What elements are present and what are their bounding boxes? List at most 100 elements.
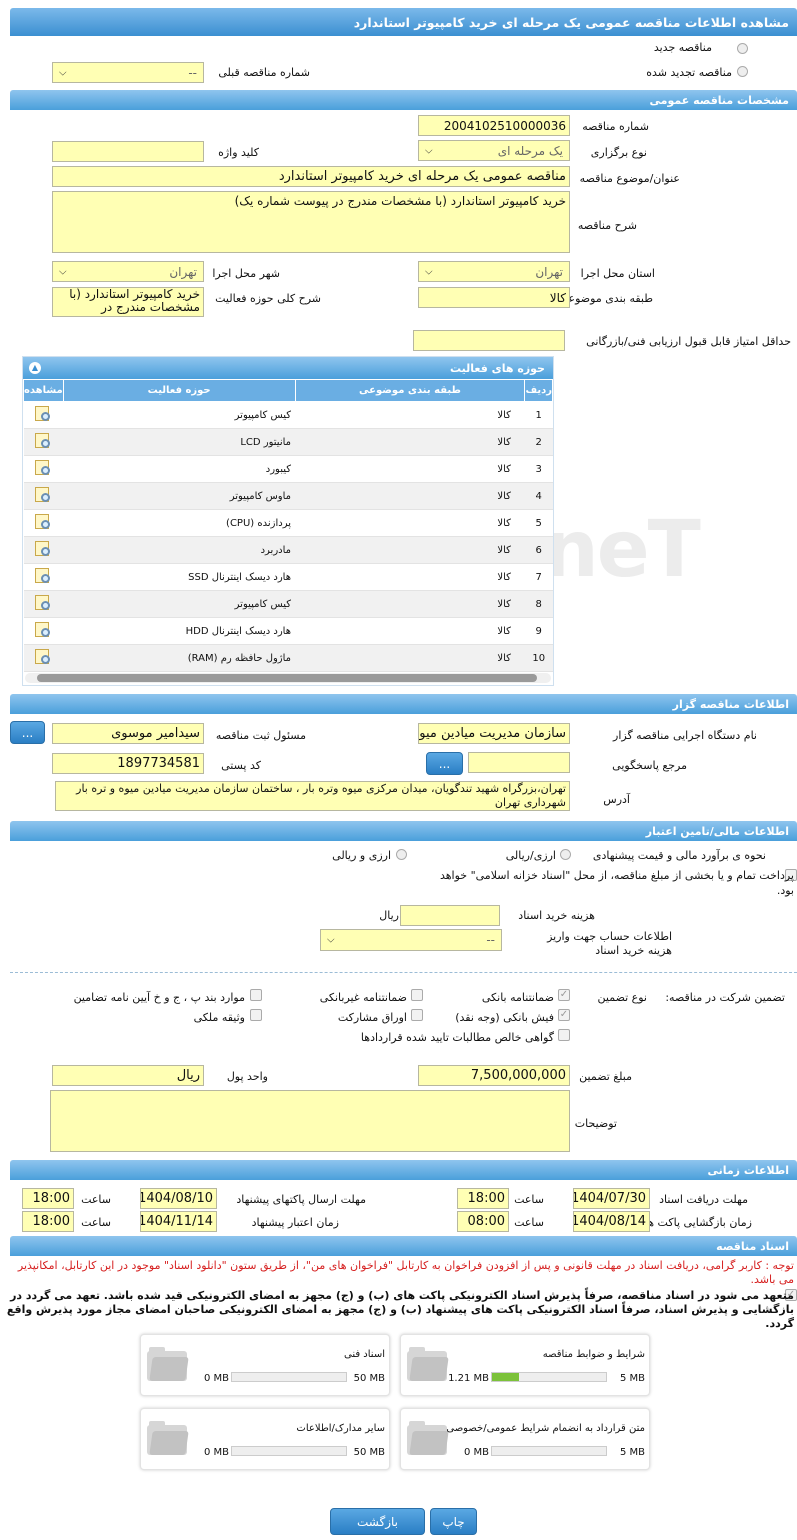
- amount-label: مبلغ تضمین: [579, 1070, 632, 1083]
- view-document-icon[interactable]: [32, 486, 54, 504]
- time-label: ساعت: [514, 1216, 544, 1229]
- print-button[interactable]: چاپ: [430, 1508, 477, 1535]
- document-card[interactable]: شرایط و ضوابط مناقصه 5 MB 1.21 MB: [400, 1334, 650, 1396]
- table-row: 2 کالا مانیتور LCD: [23, 428, 553, 456]
- receive-date-field[interactable]: 1404/07/30: [573, 1188, 650, 1209]
- activity-field[interactable]: خرید کامپیوتر استاندارد (با مشخصات مندرج…: [52, 287, 204, 317]
- view-document-icon[interactable]: [32, 594, 54, 612]
- tender-type-label: نوع برگزاری: [590, 146, 647, 159]
- doc-cost-field[interactable]: [400, 905, 500, 926]
- chevron-down-icon: ⌵: [425, 266, 433, 277]
- province-label: استان محل اجرا: [580, 267, 655, 280]
- reference-more-button[interactable]: ...: [426, 752, 463, 775]
- view-document-icon[interactable]: [32, 540, 54, 558]
- documents-cards: شرایط و ضوابط مناقصه 5 MB 1.21 MB اسناد فنی…: [140, 1334, 670, 1482]
- city-select[interactable]: تهران ⌵: [52, 261, 204, 282]
- horizontal-scrollbar[interactable]: [25, 673, 551, 683]
- bank-guarantee-checkbox[interactable]: ✓: [558, 989, 570, 1001]
- account-select[interactable]: -- ⌵: [320, 929, 502, 951]
- document-card[interactable]: متن قرارداد به انضمام شرایط عمومی/خصوصی 5…: [400, 1408, 650, 1470]
- row-category: کالا: [295, 401, 525, 429]
- keyword-field[interactable]: [52, 141, 204, 162]
- responsible-label: مسئول ثبت مناقصه: [215, 729, 306, 742]
- view-cell[interactable]: [23, 455, 64, 483]
- nonbank-guarantee-checkbox[interactable]: [411, 989, 423, 1001]
- org-field[interactable]: سازمان مدیریت میادین میوه: [418, 723, 570, 744]
- doc-cost-label: هزینه خرید اسناد: [518, 909, 595, 922]
- view-cell[interactable]: [23, 428, 64, 456]
- amount-field[interactable]: 7,500,000,000: [418, 1065, 570, 1086]
- view-cell[interactable]: [23, 482, 64, 510]
- subject-field[interactable]: مناقصه عمومی یک مرحله ای خرید کامپیوتر ا…: [52, 166, 570, 187]
- collapse-icon[interactable]: ▲: [29, 362, 41, 374]
- open-date-field[interactable]: 1404/08/14: [573, 1211, 650, 1232]
- currency-field[interactable]: ریال: [52, 1065, 204, 1086]
- reference-field[interactable]: [468, 752, 570, 773]
- view-document-icon[interactable]: [32, 432, 54, 450]
- view-cell[interactable]: [23, 401, 64, 429]
- send-time-field[interactable]: 18:00: [22, 1188, 74, 1209]
- validity-time-field[interactable]: 18:00: [22, 1211, 74, 1232]
- send-date-field[interactable]: 1404/08/10: [140, 1188, 217, 1209]
- scrollbar-thumb[interactable]: [37, 674, 537, 682]
- view-document-icon[interactable]: [32, 621, 54, 639]
- view-document-icon[interactable]: [32, 405, 54, 423]
- renewed-tender-radio[interactable]: [737, 66, 748, 77]
- claims-checkbox[interactable]: [558, 1029, 570, 1041]
- view-cell[interactable]: [23, 509, 64, 537]
- row-number: 6: [524, 536, 553, 564]
- table-row: 10 کالا ماژول حافظه رم (RAM): [23, 644, 553, 672]
- validity-date-field[interactable]: 1404/11/14: [140, 1211, 217, 1232]
- postal-field[interactable]: 1897734581: [52, 753, 204, 774]
- responsible-more-button[interactable]: ...: [10, 721, 45, 744]
- row-number: 8: [524, 590, 553, 618]
- clauses-checkbox[interactable]: [250, 989, 262, 1001]
- min-score-field[interactable]: [413, 330, 565, 351]
- tender-type-select[interactable]: یک مرحله ای ⌵: [418, 140, 570, 161]
- row-number: 3: [524, 455, 553, 483]
- receive-label: مهلت دریافت اسناد: [659, 1193, 748, 1206]
- province-select[interactable]: تهران ⌵: [418, 261, 570, 282]
- row-number: 10: [524, 644, 553, 672]
- rial-radio[interactable]: [560, 849, 571, 860]
- view-cell[interactable]: [23, 644, 64, 672]
- notes-field[interactable]: [50, 1090, 570, 1152]
- rial-option-label: ارزی/ریالی: [505, 849, 556, 862]
- bonds-checkbox[interactable]: [411, 1009, 423, 1021]
- claims-label: گواهی خالص مطالبات تایید شده قراردادها: [360, 1031, 554, 1044]
- table-row: 8 کالا کیس کامپیوتر: [23, 590, 553, 618]
- view-document-icon[interactable]: [32, 567, 54, 585]
- documents-section-header: اسناد مناقصه: [10, 1236, 797, 1256]
- document-card[interactable]: اسناد فنی 50 MB 0 MB: [140, 1334, 390, 1396]
- min-score-label: حداقل امتیاز قابل قبول ارزیابی فنی/بازرگ…: [586, 335, 791, 348]
- new-tender-radio[interactable]: [737, 43, 748, 54]
- previous-number-select[interactable]: -- ⌵: [52, 62, 204, 83]
- view-document-icon[interactable]: [32, 648, 54, 666]
- both-radio[interactable]: [396, 849, 407, 860]
- address-field[interactable]: تهران،بزرگراه شهید تندگویان، میدان مرکزی…: [55, 781, 570, 811]
- view-cell[interactable]: [23, 563, 64, 591]
- document-card[interactable]: سایر مدارک/اطلاعات 50 MB 0 MB: [140, 1408, 390, 1470]
- property-checkbox[interactable]: [250, 1009, 262, 1021]
- open-time-field[interactable]: 08:00: [457, 1211, 509, 1232]
- view-cell[interactable]: [23, 590, 64, 618]
- tender-number-field[interactable]: 2004102510000036: [418, 115, 570, 136]
- category-label: طبقه بندی موضوعی: [559, 292, 653, 305]
- new-tender-label: مناقصه جدید: [653, 41, 712, 54]
- table-row: 4 کالا ماوس کامپیوتر: [23, 482, 553, 510]
- back-button[interactable]: بازگشت: [330, 1508, 425, 1535]
- view-cell[interactable]: [23, 617, 64, 645]
- property-label: وثیقه ملکی: [193, 1011, 245, 1024]
- document-size-bar: [231, 1372, 347, 1382]
- row-category: کالا: [295, 428, 525, 456]
- category-field[interactable]: کالا: [418, 287, 570, 308]
- receive-time-field[interactable]: 18:00: [457, 1188, 509, 1209]
- view-document-icon[interactable]: [32, 513, 54, 531]
- responsible-field[interactable]: سیدامیر موسوی: [52, 723, 204, 744]
- view-document-icon[interactable]: [32, 459, 54, 477]
- subject-label: عنوان/موضوع مناقصه: [579, 172, 680, 185]
- view-cell[interactable]: [23, 536, 64, 564]
- description-field[interactable]: خرید کامپیوتر استاندارد (با مشخصات مندرج…: [52, 191, 570, 253]
- open-label: زمان بازگشایی پاکت ها: [644, 1216, 752, 1229]
- cash-receipt-checkbox[interactable]: ✓: [558, 1009, 570, 1021]
